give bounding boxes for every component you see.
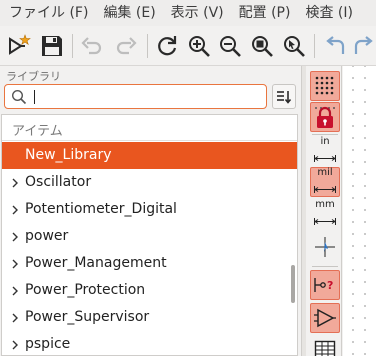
symbol-editor-canvas[interactable]: [343, 66, 376, 356]
rotate-cw-icon[interactable]: [350, 32, 376, 60]
zoom-out-icon[interactable]: [216, 32, 244, 60]
chevron-right-icon: [12, 286, 18, 296]
library-item-label: Power_Management: [25, 255, 167, 271]
dimension-arrow-icon: [314, 185, 336, 193]
library-item-power-protection[interactable]: Power_Protection: [2, 277, 297, 304]
chevron-right-icon: [12, 340, 18, 350]
menu-file[interactable]: ファイル (F): [0, 0, 94, 26]
zoom-selection-icon[interactable]: [280, 32, 308, 60]
chevron-right-icon: [12, 205, 18, 215]
lock-icon: [315, 106, 335, 128]
chevron-right-icon: [12, 259, 18, 269]
main-toolbar: [0, 26, 376, 66]
menu-bar: ファイル (F) 編集 (E) 表示 (V) 配置 (P) 検査 (I): [0, 0, 376, 26]
unit-mm-label: mm: [315, 198, 335, 210]
library-item-oscillator[interactable]: Oscillator: [2, 169, 297, 196]
library-item-power[interactable]: power: [2, 223, 297, 250]
search-icon: [11, 89, 27, 109]
table-icon: [314, 340, 336, 356]
library-item-power-management[interactable]: Power_Management: [2, 250, 297, 277]
pin-type-icon: ?: [314, 278, 333, 292]
sort-button[interactable]: [272, 84, 296, 109]
grid-toggle-button[interactable]: [310, 71, 340, 101]
unit-mil-button[interactable]: mil: [310, 167, 340, 197]
redo-icon[interactable]: [112, 32, 140, 60]
text-cursor: [34, 90, 35, 104]
tree-scrollbar[interactable]: [291, 265, 295, 303]
library-item-label: New_Library: [25, 147, 112, 163]
column-header-items: アイテム: [12, 124, 63, 139]
zoom-in-icon[interactable]: [185, 32, 213, 60]
library-item-pspice[interactable]: pspice: [2, 331, 297, 355]
tree-column-header[interactable]: アイテム: [2, 115, 297, 141]
new-symbol-icon[interactable]: [6, 32, 34, 60]
save-icon[interactable]: [38, 32, 66, 60]
rotate-ccw-icon[interactable]: [321, 32, 349, 60]
show-pin-electrical-type-button[interactable]: ?: [310, 270, 340, 300]
undo-icon[interactable]: [78, 32, 106, 60]
chevron-right-icon: [12, 232, 18, 242]
library-item-label: pspice: [25, 336, 71, 352]
chevron-right-icon: [12, 178, 18, 188]
menu-place[interactable]: 配置 (P): [230, 0, 297, 26]
library-item-label: power: [25, 228, 69, 244]
dimension-arrow-icon: [314, 217, 336, 225]
unit-mil-label: mil: [317, 166, 333, 178]
crosshair-cursor-icon: [315, 237, 335, 257]
library-item-potentiometer-digital[interactable]: Potentiometer_Digital: [2, 196, 297, 223]
full-crosshair-button[interactable]: [310, 232, 340, 262]
svg-text:?: ?: [327, 279, 333, 292]
sort-icon: [277, 90, 292, 104]
library-item-label: Power_Supervisor: [25, 309, 150, 325]
library-panel-title: ライブラリ: [6, 70, 61, 83]
refresh-icon[interactable]: [153, 32, 181, 60]
grid-lock-button[interactable]: [310, 102, 340, 132]
library-search-field[interactable]: [4, 84, 267, 109]
unit-inch-label: in: [320, 135, 330, 147]
library-item-label: Oscillator: [25, 174, 92, 190]
unit-mm-button[interactable]: mm: [310, 199, 340, 229]
library-item-new-library[interactable]: New_Library: [2, 142, 297, 169]
menu-view[interactable]: 表示 (V): [162, 0, 230, 26]
library-item-power-supervisor[interactable]: Power_Supervisor: [2, 304, 297, 331]
symbol-body-icon: [314, 308, 336, 328]
chevron-right-icon: [12, 313, 18, 323]
zoom-fit-icon[interactable]: [248, 32, 276, 60]
grid-icon: [315, 76, 334, 95]
dimension-arrow-icon: [314, 154, 336, 162]
left-side-toolbar: in mil mm ?: [306, 66, 342, 356]
unit-inch-button[interactable]: in: [310, 136, 340, 166]
library-tree[interactable]: アイテム New_Library Oscillator Potentiomete…: [1, 114, 298, 356]
library-item-label: Potentiometer_Digital: [25, 201, 177, 217]
menu-edit[interactable]: 編集 (E): [94, 0, 161, 26]
menu-inspect[interactable]: 検査 (I): [296, 0, 359, 26]
show-symbol-body-button[interactable]: [310, 303, 340, 333]
library-item-label: Power_Protection: [25, 282, 146, 298]
pin-table-button[interactable]: [310, 334, 340, 356]
